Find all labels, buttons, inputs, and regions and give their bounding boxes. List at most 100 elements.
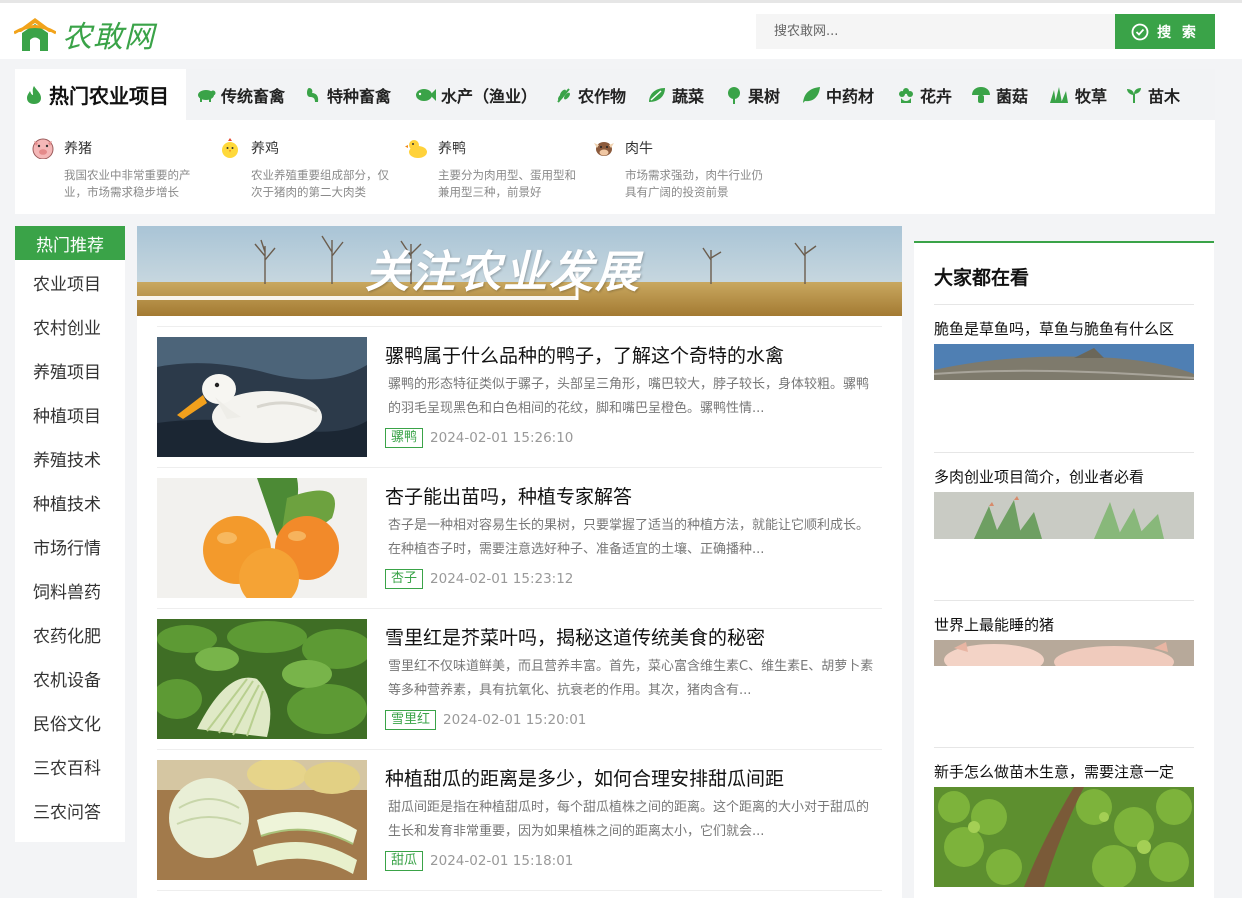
article-thumbnail[interactable] bbox=[157, 337, 367, 457]
left-nav-item[interactable]: 饲料兽药 bbox=[15, 568, 125, 612]
left-nav-item[interactable]: 农药化肥 bbox=[15, 612, 125, 656]
category-label: 苗木 bbox=[1148, 86, 1181, 106]
chick-icon bbox=[222, 138, 238, 158]
left-nav-item[interactable]: 农村创业 bbox=[15, 304, 125, 348]
category-active-hot-projects[interactable]: 热门农业项目 bbox=[15, 69, 186, 120]
category-herbs[interactable]: 中药材 bbox=[801, 69, 874, 120]
category-nav: 热门农业项目 传统畜禽 特种畜禽 水产（渔业） 农作物 蔬菜 果树 中药材 花卉… bbox=[15, 69, 1215, 120]
sidebar-item[interactable]: 多肉创业项目简介，创业者必看 bbox=[934, 452, 1194, 539]
article-item[interactable]: 雪里红是芥菜叶吗，揭秘这道传统美食的秘密 雪里红不仅味道鲜美，而且营养丰富。首先… bbox=[157, 608, 882, 749]
left-nav-item[interactable]: 市场行情 bbox=[15, 524, 125, 568]
pig-silhouette-icon bbox=[198, 89, 216, 102]
article-tag[interactable]: 杏子 bbox=[385, 569, 424, 589]
article-item[interactable]: 种植甜瓜的距离是多少，如何合理安排甜瓜间距 甜瓜间距是指在种植甜瓜时，每个甜瓜植… bbox=[157, 749, 882, 890]
article-item[interactable]: 骡鸭属于什么品种的鸭子，了解这个奇特的水禽 骡鸭的形态特征类似于骡子，头部呈三角… bbox=[157, 326, 882, 467]
category-livestock[interactable]: 传统畜禽 bbox=[196, 69, 285, 120]
category-aquatic[interactable]: 水产（渔业） bbox=[414, 69, 537, 120]
search-button[interactable]: 搜 索 bbox=[1115, 14, 1215, 49]
article-date: 2024-02-01 15:26:10 bbox=[430, 430, 574, 446]
sidebar-item-title[interactable]: 新手怎么做苗木生意，需要注意一定 bbox=[934, 761, 1194, 783]
article-thumbnail[interactable] bbox=[157, 478, 367, 598]
melon-photo-image bbox=[157, 760, 367, 880]
article-desc: 雪里红不仅味道鲜美，而且营养丰富。首先，菜心富含维生素C、维生素E、胡萝卜素等多… bbox=[388, 659, 874, 698]
site-header: 农敢网 搜 索 bbox=[0, 3, 1242, 59]
subcategory-desc: 农业养殖重要组成部分，仅次于猪肉的第二大肉类 bbox=[251, 168, 389, 199]
main-content: 关注农业发展 骡鸭属于什么品种的鸭子，了解这个奇特的水禽 骡鸭的形态特征类似于骡… bbox=[137, 226, 902, 898]
article-title[interactable]: 种植甜瓜的距离是多少，如何合理安排甜瓜间距 bbox=[385, 764, 784, 791]
fish-photo-image bbox=[934, 344, 1194, 380]
category-mushrooms[interactable]: 菌菇 bbox=[971, 69, 1028, 120]
category-label: 农作物 bbox=[578, 86, 627, 106]
mushroom-icon bbox=[972, 86, 990, 103]
flower-icon bbox=[899, 87, 913, 103]
mustard-greens-photo-image bbox=[157, 619, 367, 739]
tree-icon bbox=[728, 86, 740, 104]
left-nav-item[interactable]: 民俗文化 bbox=[15, 700, 125, 744]
subcategory-duck[interactable]: 养鸭 主要分为肉用型、蛋用型和兼用型三种，前景好 bbox=[405, 137, 585, 201]
left-nav-item[interactable]: 农业项目 bbox=[15, 260, 125, 304]
article-title[interactable]: 杏子能出苗吗，种植专家解答 bbox=[385, 482, 632, 509]
left-nav-item[interactable]: 养殖技术 bbox=[15, 436, 125, 480]
farmhouse-logo-icon bbox=[14, 18, 56, 51]
sidebar-item[interactable]: 脆鱼是草鱼吗，草鱼与脆鱼有什么区 bbox=[934, 304, 1194, 380]
banner[interactable]: 关注农业发展 bbox=[137, 226, 902, 316]
apricot-photo-image bbox=[157, 478, 367, 598]
subcategory-beef-cattle[interactable]: 肉牛 市场需求强劲，肉牛行业仍具有广阔的投资前景 bbox=[592, 137, 772, 201]
sidebar-item-title[interactable]: 脆鱼是草鱼吗，草鱼与脆鱼有什么区 bbox=[934, 318, 1194, 340]
article-tag[interactable]: 雪里红 bbox=[385, 710, 437, 730]
left-nav-item[interactable]: 养殖项目 bbox=[15, 348, 125, 392]
search-input[interactable] bbox=[756, 14, 1116, 49]
search-button-label: 搜 索 bbox=[1157, 24, 1199, 41]
nursery-photo-image bbox=[934, 787, 1194, 887]
sidebar-item-image[interactable] bbox=[934, 787, 1194, 887]
subcategory-desc: 主要分为肉用型、蛋用型和兼用型三种，前景好 bbox=[438, 168, 576, 199]
article-date: 2024-02-01 15:18:01 bbox=[430, 853, 574, 869]
sprout-icon bbox=[1127, 87, 1141, 103]
category-label: 蔬菜 bbox=[672, 86, 705, 106]
sidebar-item[interactable]: 新手怎么做苗木生意，需要注意一定 bbox=[934, 747, 1194, 887]
category-crops[interactable]: 农作物 bbox=[555, 69, 626, 120]
article-item[interactable]: 杏子能出苗吗，种植专家解答 杏子是一种相对容易生长的果树，只要掌握了适当的种植方… bbox=[157, 467, 882, 608]
category-flowers[interactable]: 花卉 bbox=[897, 69, 952, 120]
sidebar-item[interactable]: 世界上最能睡的猪 bbox=[934, 600, 1194, 666]
site-logo[interactable]: 农敢网 bbox=[14, 12, 155, 56]
sidebar-item-title[interactable]: 世界上最能睡的猪 bbox=[934, 614, 1194, 636]
article-desc: 甜瓜间距是指在种植甜瓜时，每个甜瓜植株之间的距离。这个距离的大小对于甜瓜的生长和… bbox=[388, 800, 870, 839]
left-nav-header[interactable]: 热门推荐 bbox=[15, 226, 125, 260]
category-label: 牧草 bbox=[1075, 86, 1108, 106]
category-seedlings[interactable]: 苗木 bbox=[1125, 69, 1180, 120]
category-active-label: 热门农业项目 bbox=[49, 84, 169, 108]
subcategory-chicken[interactable]: 养鸡 农业养殖重要组成部分，仅次于猪肉的第二大肉类 bbox=[218, 137, 398, 201]
subcategory-desc: 市场需求强劲，肉牛行业仍具有广阔的投资前景 bbox=[625, 168, 763, 199]
flame-icon bbox=[27, 85, 41, 104]
category-forage[interactable]: 牧草 bbox=[1048, 69, 1107, 120]
sidebar-item-image[interactable] bbox=[934, 344, 1194, 380]
left-nav-item[interactable]: 种植技术 bbox=[15, 480, 125, 524]
category-label: 中药材 bbox=[826, 86, 875, 106]
sidebar-item-image[interactable] bbox=[934, 640, 1194, 666]
category-label: 水产（渔业） bbox=[441, 86, 538, 106]
subcategory-pig[interactable]: 养猪 我国农业中非常重要的产业，市场需求稳步增长 bbox=[31, 137, 211, 201]
article-thumbnail[interactable] bbox=[157, 619, 367, 739]
category-label: 特种畜禽 bbox=[327, 86, 392, 106]
article-title[interactable]: 雪里红是芥菜叶吗，揭秘这道传统美食的秘密 bbox=[385, 623, 765, 650]
vegetable-icon bbox=[649, 87, 665, 102]
left-nav-item[interactable]: 三农问答 bbox=[15, 788, 125, 832]
leaf-icon bbox=[803, 86, 820, 103]
grass-icon bbox=[1050, 86, 1068, 103]
succulent-photo-image bbox=[934, 492, 1194, 539]
left-nav-item[interactable]: 种植项目 bbox=[15, 392, 125, 436]
category-vegetables[interactable]: 蔬菜 bbox=[647, 69, 704, 120]
sidebar-item-image[interactable] bbox=[934, 492, 1194, 539]
article-thumbnail[interactable] bbox=[157, 760, 367, 880]
article-desc: 杏子是一种相对容易生长的果树，只要掌握了适当的种植方法，就能让它顺利成长。在种植… bbox=[388, 518, 870, 557]
article-tag[interactable]: 甜瓜 bbox=[385, 851, 424, 871]
sidebar-item-title[interactable]: 多肉创业项目简介，创业者必看 bbox=[934, 466, 1194, 488]
category-label: 传统畜禽 bbox=[221, 86, 286, 106]
category-special-livestock[interactable]: 特种畜禽 bbox=[304, 69, 391, 120]
article-title[interactable]: 骡鸭属于什么品种的鸭子，了解这个奇特的水禽 bbox=[385, 341, 784, 368]
article-tag[interactable]: 骡鸭 bbox=[385, 428, 424, 448]
category-fruit-trees[interactable]: 果树 bbox=[725, 69, 780, 120]
left-nav-item[interactable]: 三农百科 bbox=[15, 744, 125, 788]
left-nav-item[interactable]: 农机设备 bbox=[15, 656, 125, 700]
